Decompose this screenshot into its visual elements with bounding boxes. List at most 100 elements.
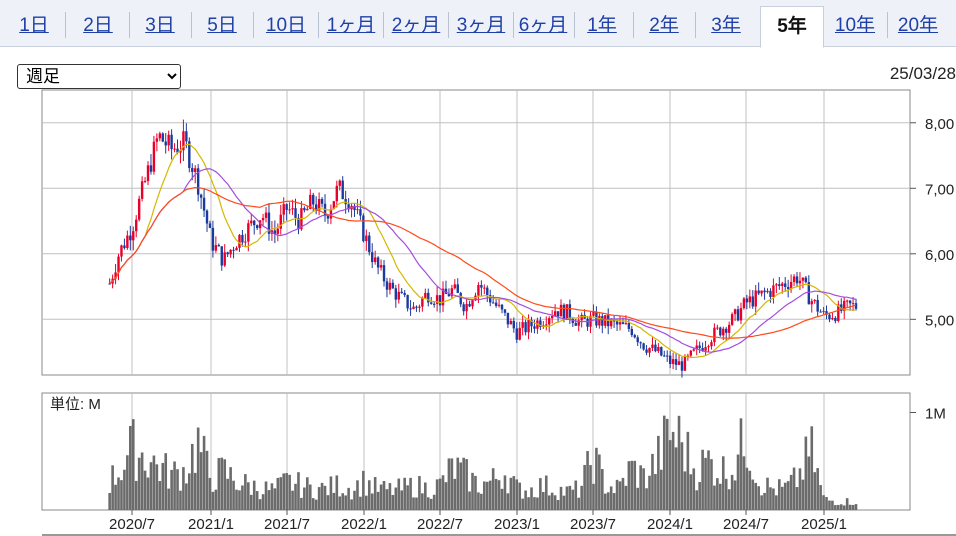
volume-bar (456, 457, 460, 510)
volume-bar (686, 431, 690, 510)
volume-bar (199, 452, 203, 510)
volume-bar (695, 490, 699, 510)
candle-body (211, 227, 215, 251)
volume-bar (261, 494, 265, 510)
volume-bar (326, 495, 330, 510)
volume-bar (518, 482, 522, 510)
volume-bar (126, 455, 129, 510)
candle-body (338, 180, 341, 186)
candle-body (365, 235, 368, 242)
candle-body (524, 322, 527, 333)
candle-body (161, 133, 164, 142)
x-tick-label: 2021/1 (188, 516, 234, 533)
candle-body (143, 180, 147, 182)
candle-body (164, 141, 167, 146)
candle-body (397, 291, 400, 300)
candle-body (241, 234, 244, 243)
volume-bar (792, 467, 796, 510)
candle-body (373, 257, 377, 263)
volume-bar (111, 465, 114, 510)
volume-bar (412, 497, 415, 510)
volume-bar (429, 498, 433, 510)
volume-bar (205, 450, 209, 510)
volume-bar (527, 497, 530, 510)
price-y-tick-label: 6,00 (925, 247, 954, 264)
candle-body (459, 292, 462, 305)
candle-body (140, 181, 144, 199)
volume-bar (120, 480, 123, 510)
candle-body (831, 317, 834, 320)
volume-bar (447, 458, 451, 510)
volume-bar (282, 473, 286, 510)
volume-bar (798, 468, 802, 510)
candle-body (135, 219, 138, 232)
volume-bar (146, 477, 150, 510)
volume-bar (801, 479, 805, 510)
volume-bar (828, 500, 831, 510)
volume-bar (320, 482, 324, 510)
candle-body (722, 328, 725, 336)
volume-bar (748, 470, 752, 510)
volume-bar (648, 475, 651, 510)
volume-bar (409, 477, 412, 510)
candle-body (382, 265, 386, 282)
volume-bar (845, 498, 849, 510)
candle-body (146, 165, 150, 181)
candle-body (660, 346, 663, 356)
volume-bar (421, 493, 424, 510)
candle-body (468, 303, 471, 307)
volume-bar (350, 499, 353, 510)
candle-body (477, 285, 480, 296)
x-tick-label: 2025/1 (801, 516, 847, 533)
candle-body (497, 304, 501, 306)
volume-bar (736, 454, 740, 510)
volume-bar (376, 491, 380, 510)
volume-bar (167, 488, 170, 510)
candle-body (403, 293, 406, 296)
volume-bar (311, 498, 315, 510)
candle-body (208, 223, 212, 228)
volume-y-tick-label: 1M (925, 406, 946, 423)
candle-body (385, 281, 389, 290)
candle-body (819, 311, 822, 313)
volume-bar (255, 491, 259, 510)
volume-bar (229, 467, 232, 510)
candle-body (766, 290, 769, 293)
volume-bar (161, 462, 165, 510)
volume-bar (308, 484, 312, 510)
volume-bar (839, 504, 843, 510)
volume-bar (550, 492, 554, 510)
volume-bar (182, 467, 185, 510)
volume-bar (249, 494, 253, 510)
volume-bar (170, 469, 173, 510)
volume-bar (291, 490, 294, 510)
volume-bar (739, 418, 743, 510)
volume-bar (730, 474, 734, 510)
candle-body (409, 308, 412, 310)
volume-bar (574, 480, 578, 510)
volume-bar (214, 489, 218, 510)
candle-body (657, 346, 660, 352)
candle-body (123, 245, 126, 249)
volume-bar (618, 481, 622, 510)
candle-body (376, 257, 380, 268)
volume-bar (232, 480, 235, 510)
volume-bar (754, 482, 758, 510)
volume-bar (465, 459, 468, 510)
volume-bar (609, 486, 613, 510)
volume-bar (303, 487, 306, 510)
volume-bar (775, 495, 778, 510)
volume-bar (760, 495, 763, 510)
volume-bar (211, 491, 215, 510)
volume-bar (483, 481, 486, 510)
candle-body (335, 185, 339, 202)
volume-bar (294, 483, 297, 510)
candle-body (359, 209, 362, 216)
candle-body (748, 296, 752, 303)
volume-bar (745, 467, 749, 510)
candle-body (568, 304, 572, 320)
volume-bar (598, 454, 601, 510)
candle-body (733, 309, 737, 315)
volume-bar (533, 497, 536, 510)
price-plot-frame (41, 89, 911, 376)
